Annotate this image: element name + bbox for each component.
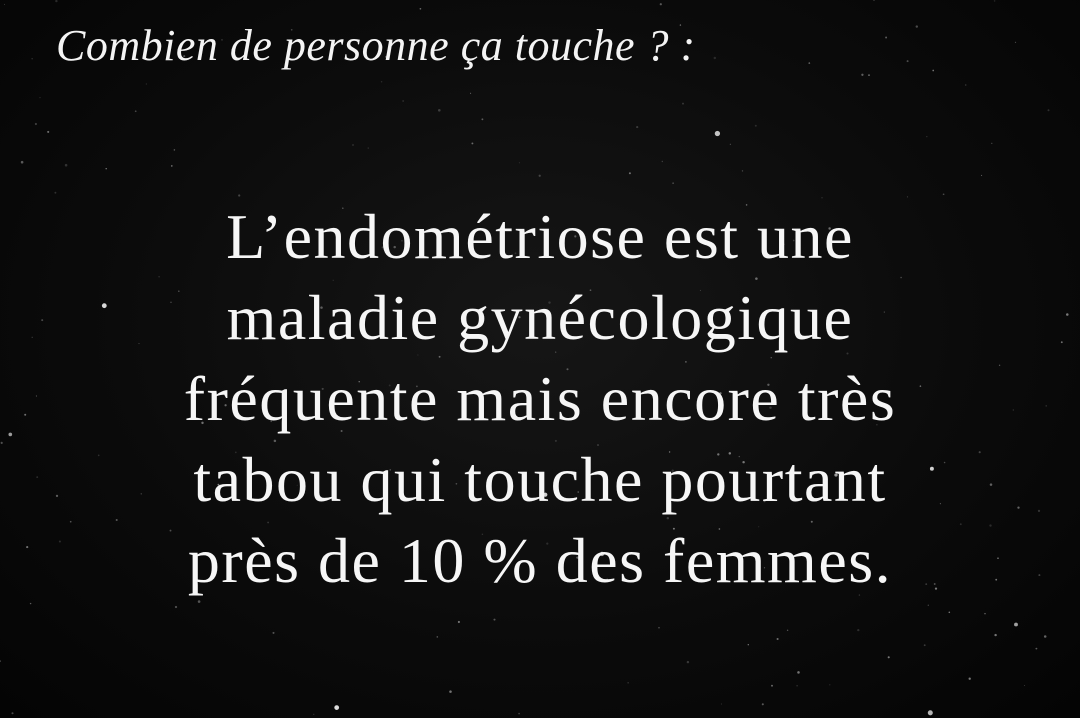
star-dot — [1043, 635, 1047, 638]
star-dot — [628, 172, 631, 175]
star-dot — [1014, 622, 1018, 627]
star-dot — [47, 130, 50, 133]
star-dot — [313, 713, 315, 715]
star-dot — [942, 193, 945, 196]
star-dot — [636, 126, 639, 129]
star-dot — [747, 644, 749, 646]
star-dot — [518, 162, 520, 164]
star-dot — [808, 62, 811, 64]
star-dot — [39, 97, 41, 99]
star-dot — [64, 163, 68, 167]
star-dot — [927, 604, 929, 606]
star-dot — [367, 147, 369, 149]
star-dot — [965, 84, 967, 86]
star-dot — [3, 3, 6, 5]
star-dot — [419, 7, 422, 10]
star-dot — [994, 633, 997, 637]
star-dot — [134, 110, 137, 113]
heading-question: Combien de personne ça touche ? : — [56, 21, 696, 70]
star-dot — [887, 656, 890, 659]
star-dot — [868, 74, 870, 76]
star-dot — [729, 143, 731, 145]
star-dot — [493, 618, 496, 621]
star-dot — [174, 605, 178, 609]
star-dot — [682, 102, 684, 105]
star-dot — [0, 660, 1, 662]
star-dot — [672, 182, 674, 184]
body-line-5: près de 10 % des femmes. — [187, 525, 893, 596]
star-dot — [1047, 109, 1050, 112]
star-dot — [948, 611, 951, 614]
star-dot — [761, 703, 764, 706]
star-dot — [31, 58, 33, 60]
star-dot — [797, 671, 800, 674]
star-dot — [714, 130, 721, 137]
star-dot — [927, 710, 933, 716]
star-dot — [272, 631, 275, 634]
body-paragraph: L’endométriose est une maladie gynécolog… — [0, 196, 1080, 601]
starry-background-card: Combien de personne ça touche ? : L’endo… — [0, 0, 1080, 718]
star-dot — [334, 705, 340, 710]
star-dot — [993, 0, 996, 2]
star-dot — [471, 142, 474, 145]
body-line-4: tabou qui touche pourtant — [193, 444, 887, 515]
star-dot — [932, 69, 935, 72]
star-dot — [720, 703, 722, 705]
star-dot — [981, 174, 983, 176]
star-dot — [861, 73, 864, 76]
star-dot — [968, 677, 971, 680]
star-dot — [873, 0, 875, 2]
star-dot — [438, 109, 441, 112]
star-dot — [170, 165, 173, 167]
star-dot — [829, 684, 831, 686]
star-dot — [627, 682, 629, 684]
star-dot — [402, 100, 404, 102]
star-dot — [105, 167, 107, 170]
star-dot — [776, 637, 779, 641]
star-dot — [11, 712, 14, 715]
star-dot — [661, 160, 663, 163]
star-dot — [1023, 684, 1026, 687]
star-dot — [436, 636, 439, 638]
star-dot — [538, 174, 541, 177]
star-dot — [352, 144, 354, 146]
star-dot — [885, 36, 888, 39]
star-dot — [55, 0, 58, 3]
star-dot — [145, 83, 147, 85]
body-line-1: L’endométriose est une — [226, 201, 854, 272]
star-dot — [20, 160, 24, 164]
body-line-2: maladie gynécologique — [226, 282, 854, 353]
star-dot — [754, 124, 757, 127]
star-dot — [1014, 41, 1017, 44]
star-dot — [659, 3, 662, 6]
star-dot — [449, 690, 452, 693]
star-dot — [34, 122, 38, 126]
star-dot — [1035, 647, 1038, 650]
star-dot — [380, 81, 383, 83]
star-dot — [771, 684, 773, 687]
star-dot — [658, 626, 660, 629]
star-dot — [713, 56, 717, 60]
star-dot — [457, 620, 460, 624]
star-dot — [29, 602, 32, 605]
star-dot — [984, 612, 986, 615]
star-dot — [173, 149, 176, 151]
star-dot — [796, 685, 798, 687]
star-dot — [915, 25, 918, 28]
star-dot — [470, 92, 472, 94]
star-dot — [686, 660, 690, 664]
star-dot — [481, 118, 484, 121]
star-dot — [926, 135, 928, 138]
star-dot — [923, 644, 926, 647]
star-dot — [906, 60, 909, 63]
star-dot — [54, 191, 57, 194]
star-dot — [991, 142, 993, 144]
body-line-3: fréquente mais encore très — [183, 363, 897, 434]
star-dot — [786, 629, 789, 632]
star-dot — [518, 712, 520, 715]
star-dot — [741, 170, 744, 172]
star-dot — [857, 628, 860, 632]
